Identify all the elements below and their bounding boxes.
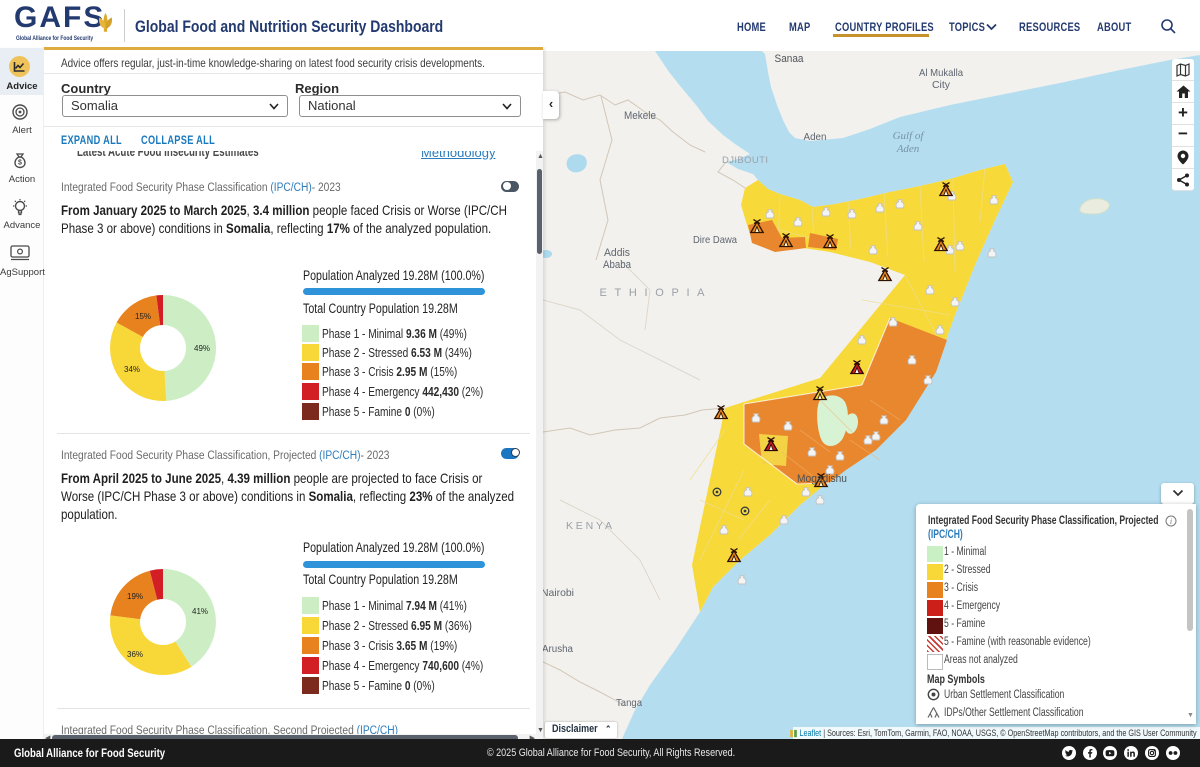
svg-text:34%: 34% [124, 365, 140, 374]
svg-text:Arusha: Arusha [543, 644, 573, 655]
svg-text:36%: 36% [127, 650, 143, 659]
svg-text:i: i [1170, 517, 1172, 526]
svg-text:KENYA: KENYA [566, 520, 612, 532]
svg-text:19%: 19% [127, 592, 143, 601]
svg-text:$: $ [18, 160, 22, 167]
svg-text:Dire Dawa: Dire Dawa [693, 234, 737, 246]
svg-text:49%: 49% [194, 344, 210, 353]
svg-text:Addis: Addis [604, 247, 630, 259]
svg-text:City: City [932, 79, 951, 91]
svg-text:DJIBOUTI: DJIBOUTI [722, 155, 768, 166]
svg-text:Nairobi: Nairobi [543, 587, 574, 599]
svg-text:41%: 41% [192, 607, 208, 616]
svg-text:Ababa: Ababa [603, 259, 632, 271]
svg-text:Tanga: Tanga [616, 698, 642, 709]
svg-text:Gulf of: Gulf of [893, 130, 926, 142]
svg-text:Mogadishu: Mogadishu [797, 473, 847, 485]
svg-text:Al Mukalla: Al Mukalla [919, 67, 963, 79]
svg-text:Sanaa: Sanaa [775, 53, 805, 65]
svg-text:15%: 15% [135, 312, 151, 321]
svg-text:Aden: Aden [804, 131, 827, 143]
svg-text:Aden: Aden [896, 143, 920, 155]
svg-text:Mekele: Mekele [624, 110, 656, 122]
